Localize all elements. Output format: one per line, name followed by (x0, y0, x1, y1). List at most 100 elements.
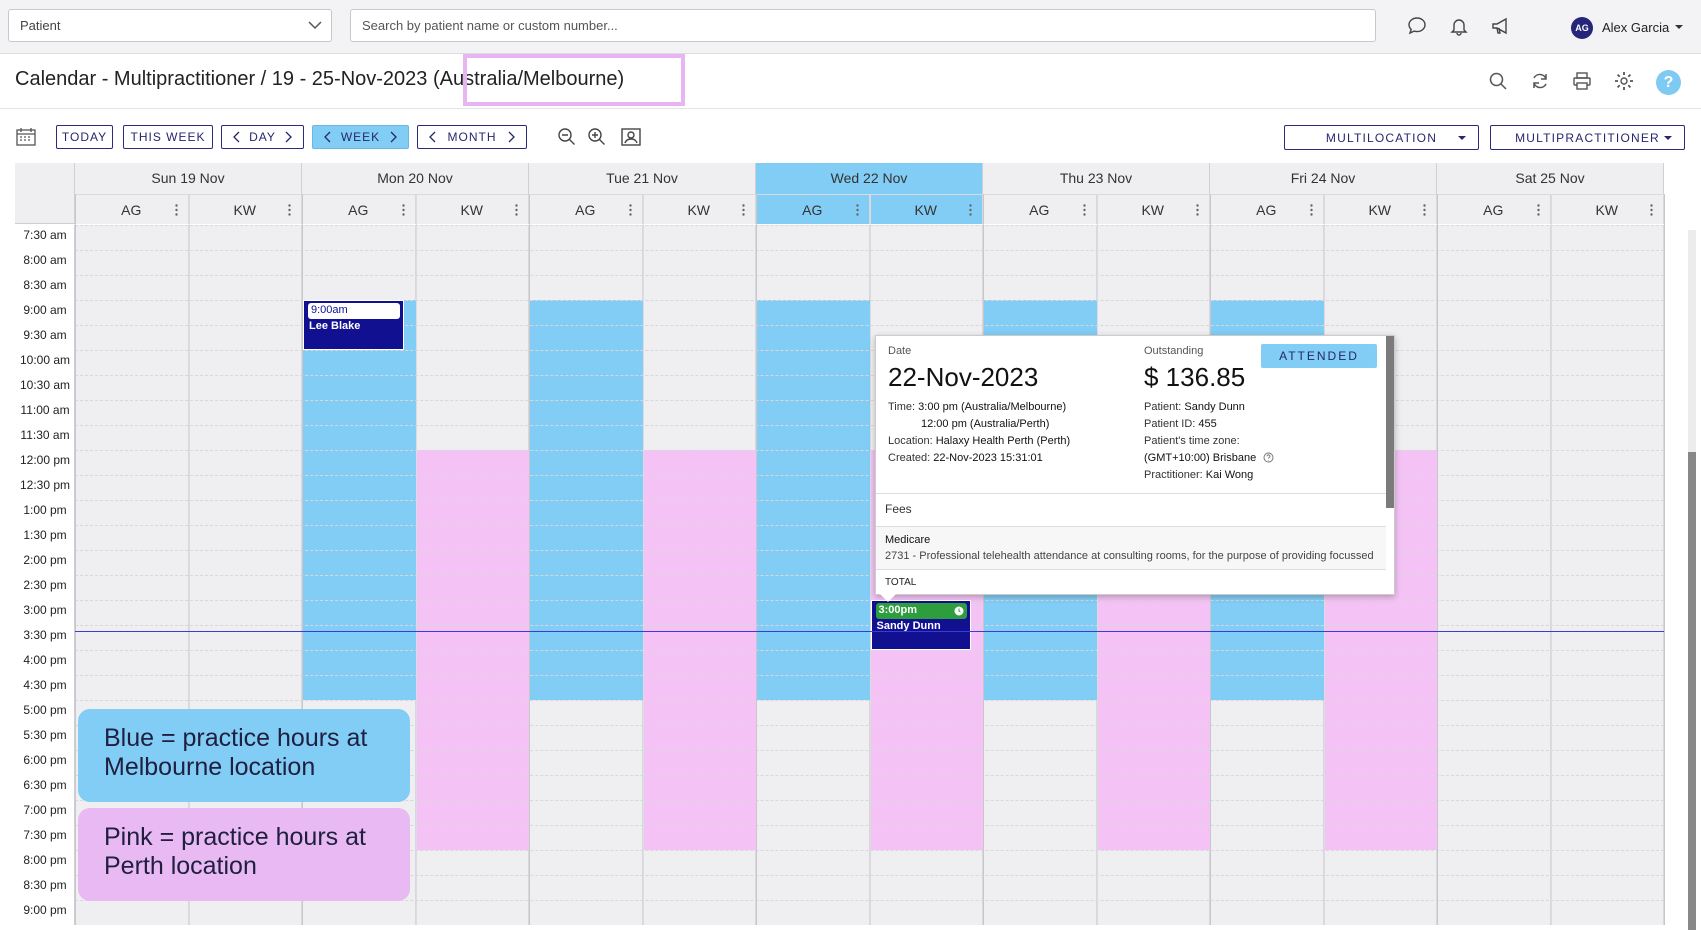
popup-location: Halaxy Health Perth (Perth) (935, 435, 1071, 447)
practitioner-header[interactable]: AG (756, 194, 870, 224)
practitioner-header[interactable]: KW (415, 194, 529, 224)
search-input[interactable]: Search by patient name or custom number.… (350, 9, 1376, 42)
practitioner-header[interactable]: KW (1096, 194, 1210, 224)
kebab-menu-icon[interactable] (1309, 204, 1313, 216)
day-header[interactable]: Wed 22 Nov (756, 163, 983, 194)
week-button-label: WEEK (340, 130, 381, 144)
time-label: 5:00 pm (23, 703, 67, 717)
popup-date: 22-Nov-2023 (888, 362, 1039, 392)
practitioner-header[interactable]: AG (529, 194, 643, 224)
day-header[interactable]: Fri 24 Nov (1210, 163, 1437, 194)
user-name[interactable]: Alex Garcia (1602, 20, 1669, 35)
multilocation-dropdown[interactable]: MULTILOCATION (1284, 125, 1479, 150)
week-button[interactable]: WEEK (312, 125, 409, 149)
kebab-menu-icon[interactable] (401, 204, 405, 216)
page-scrollbar-thumb[interactable] (1688, 452, 1696, 930)
grid-line (15, 425, 1664, 426)
month-button-label: MONTH (447, 130, 497, 144)
user-card-icon[interactable] (620, 126, 642, 148)
practitioner-header[interactable]: KW (642, 194, 756, 224)
time-label: 4:00 pm (23, 653, 67, 667)
kebab-menu-icon[interactable] (288, 204, 291, 216)
caret-down-icon[interactable] (1675, 25, 1683, 29)
timezone-highlight (463, 54, 685, 106)
day-header[interactable]: Tue 21 Nov (529, 163, 756, 194)
zoom-out-icon[interactable] (556, 126, 578, 148)
kebab-menu-icon[interactable] (742, 204, 745, 216)
help-button[interactable]: ? (1656, 70, 1681, 95)
month-button[interactable]: MONTH (417, 125, 527, 149)
practitioner-header[interactable]: KW (1323, 194, 1437, 224)
zoom-in-icon[interactable] (586, 126, 608, 148)
practitioner-header[interactable]: AG (1210, 194, 1324, 224)
time-label: 8:30 am (23, 278, 67, 292)
kebab-menu-icon[interactable] (969, 204, 972, 216)
kebab-menu-icon[interactable] (1082, 204, 1086, 216)
column-divider (1550, 194, 1552, 925)
chevron-left-icon[interactable] (426, 130, 440, 144)
kebab-menu-icon[interactable] (628, 204, 632, 216)
popup-fees-label: Fees (885, 502, 912, 516)
status-badge[interactable]: ATTENDED (1261, 344, 1377, 368)
chevron-left-icon[interactable] (230, 130, 244, 144)
practitioner-header[interactable]: KW (188, 194, 302, 224)
kebab-menu-icon[interactable] (1536, 204, 1540, 216)
kebab-menu-icon[interactable] (515, 204, 518, 216)
popup-patient[interactable]: Sandy Dunn (1184, 401, 1245, 413)
megaphone-icon[interactable] (1490, 15, 1512, 37)
time-label: 11:30 am (20, 428, 70, 442)
kebab-menu-icon[interactable] (855, 204, 859, 216)
day-header[interactable]: Sat 25 Nov (1437, 163, 1664, 194)
chevron-right-icon[interactable] (504, 130, 518, 144)
appointment[interactable]: 3:00pm Sandy Dunn (870, 600, 971, 650)
help-circle-icon[interactable] (1263, 452, 1274, 463)
clock-icon (954, 606, 964, 616)
today-button[interactable]: TODAY (56, 125, 113, 149)
time-label: 10:30 am (19, 378, 71, 392)
time-label: 9:30 am (23, 328, 67, 342)
day-header[interactable]: Sun 19 Nov (75, 163, 302, 194)
page-scrollbar[interactable] (1688, 230, 1696, 930)
chevron-right-icon[interactable] (281, 130, 295, 144)
bell-icon[interactable] (1448, 15, 1470, 37)
popup-practitioner-label: Practitioner: (1144, 469, 1203, 481)
legend-blue: Blue = practice hours at Melbourne locat… (78, 709, 410, 802)
practitioner-initials: KW (687, 202, 711, 218)
popup-time-melbourne: 3:00 pm (Australia/Melbourne) (918, 401, 1067, 413)
day-header[interactable]: Mon 20 Nov (302, 163, 529, 194)
appointment[interactable]: 9:00am Lee Blake (303, 300, 404, 350)
chevron-right-icon[interactable] (386, 130, 400, 144)
day-header[interactable]: Thu 23 Nov (983, 163, 1210, 194)
kebab-menu-icon[interactable] (174, 204, 178, 216)
print-icon[interactable] (1571, 70, 1593, 92)
popup-time-label: Time: (888, 401, 916, 413)
search-icon[interactable] (1487, 70, 1509, 92)
chat-icon[interactable] (1406, 15, 1428, 37)
practitioner-initials: AG (1029, 202, 1050, 218)
column-divider (1664, 194, 1665, 925)
practitioner-header[interactable]: AG (75, 194, 189, 224)
kebab-menu-icon[interactable] (1423, 204, 1426, 216)
practitioner-header[interactable]: KW (869, 194, 983, 224)
time-label: 6:30 pm (23, 778, 67, 792)
popup-outstanding-label: Outstanding (1144, 345, 1204, 357)
avatar[interactable]: AG (1571, 17, 1593, 39)
refresh-icon[interactable] (1529, 70, 1551, 92)
this-week-button[interactable]: THIS WEEK (123, 125, 213, 149)
practitioner-header[interactable]: AG (1437, 194, 1551, 224)
calendar-icon[interactable] (15, 126, 37, 148)
practitioner-header[interactable]: KW (1550, 194, 1664, 224)
gear-icon[interactable] (1613, 70, 1635, 92)
multipractitioner-dropdown[interactable]: MULTIPRACTITIONER (1490, 125, 1685, 150)
practitioner-header[interactable]: AG (302, 194, 416, 224)
kebab-menu-icon[interactable] (1650, 204, 1653, 216)
day-button[interactable]: DAY (221, 125, 304, 149)
chevron-left-icon[interactable] (321, 130, 335, 144)
grid-line (15, 250, 1664, 251)
time-label: 2:30 pm (23, 578, 67, 592)
patient-select[interactable]: Patient (8, 9, 332, 42)
kebab-menu-icon[interactable] (1196, 204, 1199, 216)
practitioner-header[interactable]: AG (983, 194, 1097, 224)
popup-scrollbar[interactable] (1386, 336, 1394, 508)
column-divider (75, 194, 76, 925)
